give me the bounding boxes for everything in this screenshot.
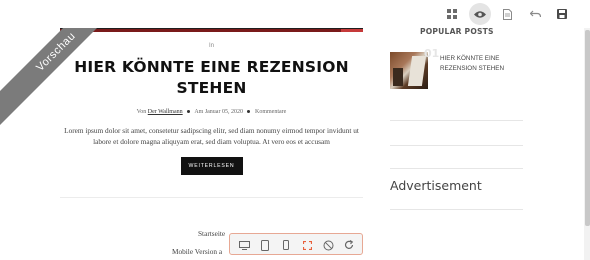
article-excerpt: Lorem ipsum dolor sit amet, consetetur s…	[64, 126, 359, 146]
footer-link-home[interactable]: Startseite	[198, 229, 225, 238]
meta-date: Am Januar 05, 2020	[194, 109, 243, 115]
advertisement-label: Advertisement	[390, 178, 482, 193]
popular-posts-title: POPULAR POSTS	[420, 27, 494, 36]
sidebar-divider	[390, 168, 523, 169]
fullscreen-icon[interactable]	[299, 237, 315, 253]
article-title[interactable]: HIER KÖNNTE EINE REZENSION STEHEN	[60, 57, 363, 99]
article-card: In HIER KÖNNTE EINE REZENSION STEHEN Von…	[60, 30, 363, 175]
popular-post-number: 01	[424, 47, 440, 60]
meta-separator	[187, 110, 191, 114]
rotate-icon[interactable]	[320, 237, 336, 253]
mobile-icon[interactable]	[278, 237, 294, 253]
article-meta: Von Der Wallmann Am Januar 05, 2020 Komm…	[60, 109, 363, 115]
read-more-button[interactable]: WEITERLESEN	[180, 157, 243, 175]
sidebar-divider	[390, 120, 523, 121]
tablet-icon[interactable]	[257, 237, 273, 253]
author-link[interactable]: Der Wallmann	[148, 109, 183, 115]
sidebar-divider	[390, 145, 523, 146]
article-category: In	[208, 43, 214, 49]
desktop-icon[interactable]	[236, 237, 252, 253]
meta-separator	[247, 110, 251, 114]
meta-prefix: Von	[136, 109, 147, 115]
grid-icon[interactable]	[442, 4, 462, 24]
undo-icon[interactable]	[525, 4, 545, 24]
device-preview-toolbar	[229, 233, 363, 255]
refresh-icon[interactable]	[341, 237, 357, 253]
eye-icon[interactable]	[469, 3, 491, 25]
editor-toolbar	[0, 0, 590, 28]
sidebar-divider	[390, 209, 523, 210]
popular-post-thumbnail[interactable]	[390, 52, 428, 89]
save-icon[interactable]	[552, 4, 572, 24]
comments-link[interactable]: Kommentare	[255, 109, 286, 115]
scrollbar-thumb[interactable]	[585, 30, 590, 226]
divider	[60, 197, 363, 198]
footer-link-mobile[interactable]: Mobile Version a	[172, 247, 222, 256]
popular-post-title[interactable]: HIER KÖNNTE EINE REZENSION STEHEN	[440, 54, 520, 73]
page-icon[interactable]	[497, 4, 517, 24]
